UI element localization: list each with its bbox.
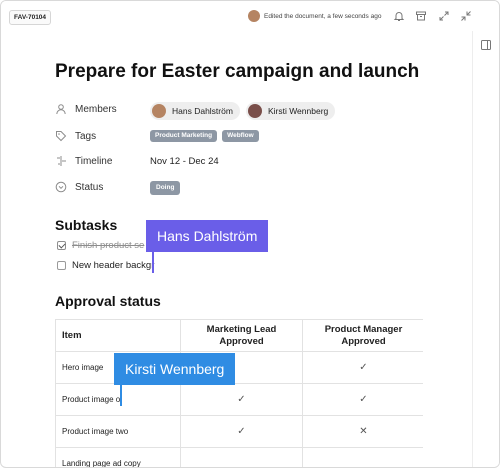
person-icon [56,104,66,115]
column-header[interactable]: Marketing Lead Approved [180,319,303,352]
approval-table: Item Marketing Lead Approved Product Man… [55,319,423,467]
table-cell[interactable] [302,447,423,467]
member-name: Kirsti Wennberg [267,106,329,116]
status-badge[interactable]: Doing [150,181,181,195]
activity-text: Edited the document, a few seconds ago [264,12,382,20]
table-cell[interactable]: ✓ [180,383,303,416]
property-tags: Tags [55,126,96,146]
timeline-label: Timeline [75,155,113,167]
member-chip[interactable]: Hans Dahlström [150,102,240,120]
tags-value: Product Marketing Webflow [150,126,264,146]
column-header[interactable]: Item [55,319,181,352]
right-sidebar [472,31,499,467]
subtasks-heading: Subtasks [55,217,118,233]
timeline-value-wrap: Nov 12 - Dec 24 [150,151,219,171]
subtask-item: New header backgr [57,258,154,272]
timeline-icon [57,156,66,166]
collaborator-cursor-label: Hans Dahlström [146,220,269,252]
table-cell[interactable]: Product image two [55,415,181,448]
collaborator-cursor-label: Kirsti Wennberg [114,353,236,385]
top-bar: FAV-70104 Edited the document, a few sec… [1,1,499,31]
tag-icon [56,131,67,142]
property-members: Members [55,99,117,119]
avatar [247,104,262,118]
table-cell[interactable]: ✓ [302,351,423,384]
approval-heading: Approval status [55,293,161,309]
collaborator-cursor [120,384,122,406]
tag-badge[interactable]: Webflow [222,130,259,142]
members-value: Hans Dahlström Kirsti Wennberg [150,101,341,121]
document-window: FAV-70104 Edited the document, a few sec… [0,0,500,468]
last-activity: Edited the document, a few seconds ago [248,8,381,24]
tag-badge[interactable]: Product Marketing [150,130,218,142]
table-row: Hero image ✓ [55,351,423,384]
property-status: Status [55,177,103,197]
avatar [248,10,260,22]
table-header-row: Item Marketing Lead Approved Product Man… [55,319,423,352]
table-cell[interactable]: ✕ [302,415,423,448]
subtask-checkbox[interactable] [57,260,66,270]
member-chip[interactable]: Kirsti Wennberg [245,102,336,120]
collapse-icon[interactable] [460,10,472,22]
table-cell[interactable]: Product image o [55,383,181,416]
bell-icon[interactable] [393,10,405,22]
status-label: Status [75,181,104,193]
avatar [152,104,166,118]
subtask-item: Finish product se [57,238,144,252]
status-icon [55,181,67,193]
tags-label: Tags [75,130,97,142]
table-cell[interactable]: Landing page ad copy [55,447,181,467]
sidebar-toggle-icon[interactable] [480,39,492,51]
document-id-badge[interactable]: FAV-70104 [9,10,52,25]
table-cell[interactable]: ✓ [180,415,303,448]
archive-icon[interactable] [415,10,427,22]
column-header[interactable]: Product Manager Approved [302,319,423,352]
table-cell[interactable]: ✓ [302,383,423,416]
expand-icon[interactable] [438,10,450,22]
collaborator-cursor [152,251,154,273]
page-title[interactable]: Prepare for Easter campaign and launch [55,61,419,83]
member-name: Hans Dahlström [172,106,233,116]
members-label: Members [75,103,117,115]
status-value-wrap: Doing [150,178,181,198]
subtask-checkbox[interactable] [57,240,66,250]
table-cell[interactable] [180,447,303,467]
table-row: Product image two ✓ ✕ [55,415,423,448]
approval-table-wrap: Item Marketing Lead Approved Product Man… [55,319,423,467]
table-row: Product image o ✓ ✓ [55,383,423,416]
timeline-value[interactable]: Nov 12 - Dec 24 [150,156,219,167]
property-timeline: Timeline [55,151,112,171]
subtask-label[interactable]: Finish product se [72,240,144,251]
table-row: Landing page ad copy [55,447,423,467]
subtask-label[interactable]: New header backgr [72,260,154,271]
